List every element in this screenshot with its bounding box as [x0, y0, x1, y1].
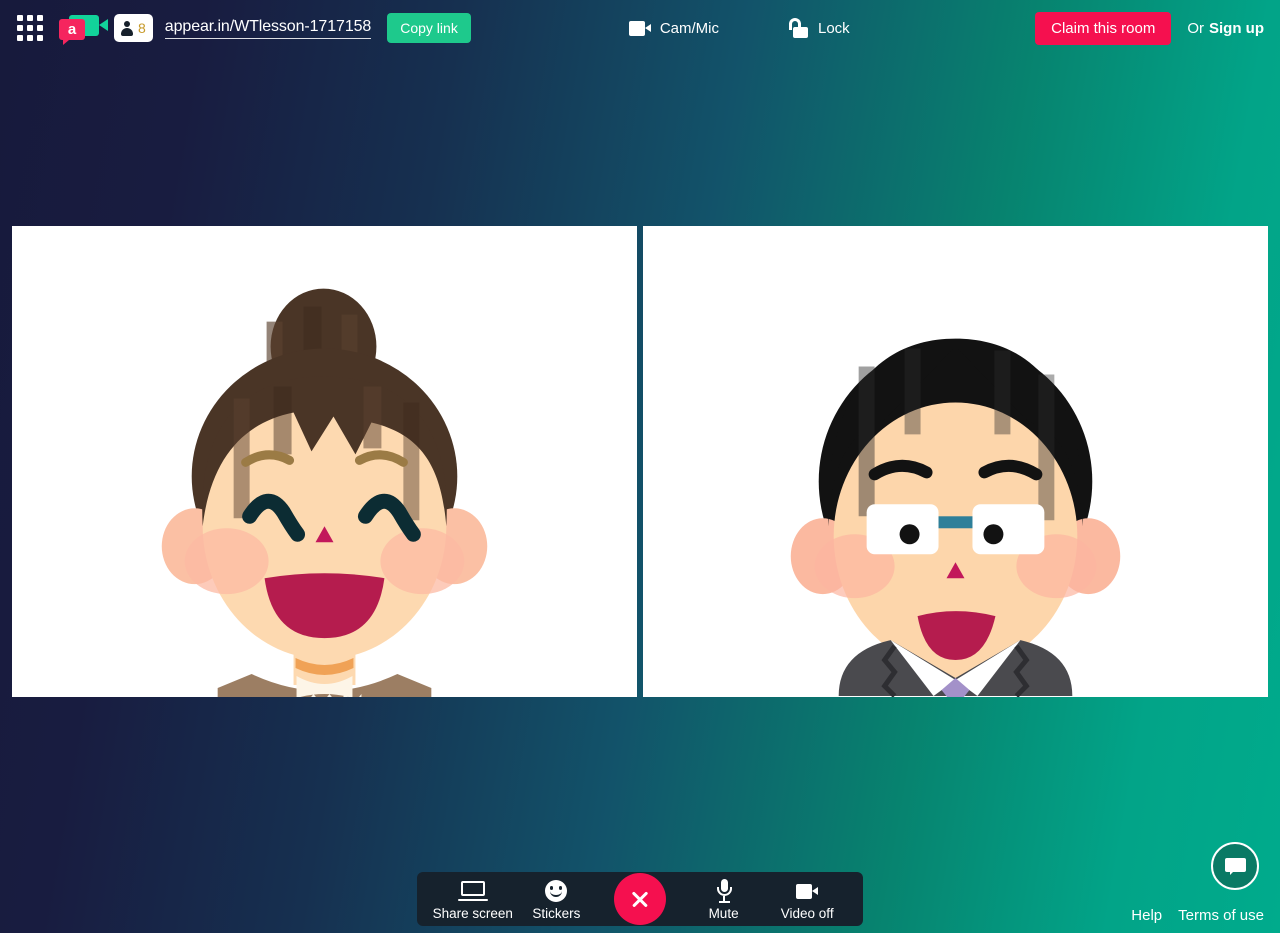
- logo-bubble-letter: a: [59, 19, 85, 45]
- stickers-label: Stickers: [532, 906, 581, 921]
- close-x-icon: [630, 889, 650, 909]
- microphone-icon: [715, 878, 733, 904]
- chat-bubble-icon: [1224, 857, 1246, 875]
- claim-room-button[interactable]: Claim this room: [1035, 11, 1172, 45]
- smiley-icon: [545, 878, 568, 904]
- laptop-icon: [457, 878, 488, 904]
- stickers-button[interactable]: Stickers: [515, 878, 599, 921]
- mute-label: Mute: [708, 906, 739, 921]
- room-url-field[interactable]: appear.in/WTlesson-1717158: [164, 18, 371, 39]
- top-header-bar: a 8 appear.in/WTlesson-1717158 Copy link…: [0, 0, 1280, 56]
- video-off-label: Video off: [780, 906, 834, 921]
- chat-toggle-button[interactable]: [1211, 842, 1259, 890]
- man-avatar-illustration: [790, 338, 1121, 697]
- terms-of-use-link[interactable]: Terms of use: [1178, 907, 1264, 924]
- person-icon: [120, 20, 134, 36]
- participant-count-badge[interactable]: 8: [114, 14, 153, 42]
- woman-avatar-illustration: [161, 288, 488, 697]
- mute-button[interactable]: Mute: [682, 878, 766, 921]
- lock-room-button[interactable]: Lock: [789, 0, 850, 56]
- copy-link-button[interactable]: Copy link: [387, 13, 471, 43]
- leave-call-button[interactable]: [614, 873, 666, 925]
- help-link[interactable]: Help: [1131, 907, 1162, 924]
- header-right-actions: Claim this room Or Sign up: [1035, 11, 1280, 45]
- video-grid: [12, 226, 1268, 697]
- video-off-button[interactable]: Video off: [765, 878, 849, 921]
- participant-count: 8: [138, 20, 146, 36]
- camera-icon: [796, 878, 819, 904]
- cam-mic-button[interactable]: Cam/Mic: [628, 0, 719, 56]
- footer-links: Help Terms of use: [1131, 907, 1264, 924]
- lock-label: Lock: [818, 19, 850, 37]
- signup-link[interactable]: Sign up: [1209, 20, 1264, 37]
- or-label: Or: [1187, 19, 1204, 37]
- participant-video-left[interactable]: [12, 226, 637, 697]
- unlocked-padlock-icon: [789, 18, 809, 38]
- apps-grid-icon[interactable]: [13, 11, 47, 45]
- appear-in-logo[interactable]: a: [59, 12, 108, 45]
- camera-icon: [628, 20, 651, 36]
- cam-mic-label: Cam/Mic: [659, 19, 719, 37]
- share-screen-button[interactable]: Share screen: [431, 878, 515, 921]
- share-screen-label: Share screen: [432, 906, 513, 921]
- participant-video-right[interactable]: [643, 226, 1268, 697]
